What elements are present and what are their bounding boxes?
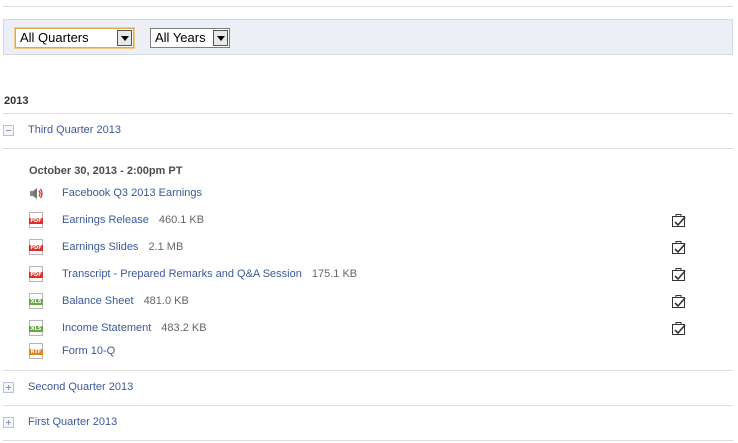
- xls-icon: XLS: [29, 293, 43, 309]
- document-row: XLS Income Statement 483.2 KB: [28, 320, 708, 340]
- document-title[interactable]: Transcript - Prepared Remarks and Q&A Se…: [62, 268, 302, 280]
- file-size: 483.2 KB: [161, 322, 207, 334]
- document-link[interactable]: Earnings Release 460.1 KB: [62, 214, 204, 226]
- document-link[interactable]: Balance Sheet 481.0 KB: [62, 295, 189, 307]
- expand-icon[interactable]: [3, 417, 14, 428]
- event-date: October 30, 2013 - 2:00pm PT: [29, 165, 183, 177]
- document-link[interactable]: Facebook Q3 2013 Earnings: [62, 187, 202, 199]
- year-select[interactable]: All Years: [150, 28, 230, 48]
- pdf-icon: PDF: [29, 266, 43, 282]
- xls-icon: XLS: [29, 320, 43, 336]
- quarter-label[interactable]: Second Quarter 2013: [28, 381, 133, 393]
- rtf-icon: RTF: [29, 343, 43, 359]
- quarter-row-q3[interactable]: Third Quarter 2013: [3, 122, 303, 142]
- collapse-icon[interactable]: [3, 125, 14, 136]
- add-to-briefcase-icon[interactable]: [671, 239, 687, 255]
- quarter-row-q2[interactable]: Second Quarter 2013: [3, 379, 303, 399]
- quarter-select-value: All Quarters: [20, 30, 89, 45]
- quarter-row-q1[interactable]: First Quarter 2013: [3, 414, 303, 434]
- document-row: Facebook Q3 2013 Earnings: [28, 185, 708, 205]
- quarter-label[interactable]: Third Quarter 2013: [28, 124, 121, 136]
- document-title[interactable]: Form 10-Q: [62, 345, 115, 357]
- document-title[interactable]: Facebook Q3 2013 Earnings: [62, 187, 202, 199]
- document-link[interactable]: Form 10-Q: [62, 345, 115, 357]
- quarter-divider: [3, 405, 733, 406]
- filter-bar: All Quarters All Years: [3, 19, 733, 55]
- chevron-down-icon[interactable]: [213, 30, 228, 46]
- file-size: 460.1 KB: [158, 214, 205, 226]
- document-link[interactable]: Income Statement 483.2 KB: [62, 322, 207, 334]
- file-size: 481.0 KB: [143, 295, 189, 307]
- quarter-label[interactable]: First Quarter 2013: [28, 416, 117, 428]
- pdf-icon: PDF: [29, 212, 43, 228]
- quarter-divider: [3, 440, 733, 441]
- document-row: PDF Earnings Release 460.1 KB: [28, 212, 708, 232]
- speaker-icon: [30, 188, 43, 199]
- top-divider: [3, 6, 733, 7]
- document-row: PDF Earnings Slides 2.1 MB: [28, 239, 708, 259]
- document-row: PDF Transcript - Prepared Remarks and Q&…: [28, 266, 708, 286]
- expand-icon[interactable]: [3, 382, 14, 393]
- file-size: 175.1 KB: [311, 268, 358, 280]
- add-to-briefcase-icon[interactable]: [671, 212, 687, 228]
- document-link[interactable]: Transcript - Prepared Remarks and Q&A Se…: [62, 268, 357, 280]
- year-select-value: All Years: [155, 30, 206, 45]
- document-title[interactable]: Earnings Slides: [62, 241, 138, 253]
- add-to-briefcase-icon[interactable]: [671, 266, 687, 282]
- add-to-briefcase-icon[interactable]: [671, 293, 687, 309]
- file-size: 2.1 MB: [148, 241, 184, 253]
- add-to-briefcase-icon[interactable]: [671, 320, 687, 336]
- document-link[interactable]: Earnings Slides 2.1 MB: [62, 241, 183, 253]
- chevron-down-icon[interactable]: [117, 30, 132, 46]
- year-divider: [3, 113, 733, 114]
- document-row: RTF Form 10-Q: [28, 343, 708, 363]
- document-row: XLS Balance Sheet 481.0 KB: [28, 293, 708, 313]
- document-title[interactable]: Income Statement: [62, 322, 151, 334]
- document-title[interactable]: Earnings Release: [62, 214, 149, 226]
- document-title[interactable]: Balance Sheet: [62, 295, 134, 307]
- quarter-divider: [3, 370, 733, 371]
- year-heading: 2013: [4, 95, 29, 107]
- quarter-select[interactable]: All Quarters: [15, 28, 134, 48]
- pdf-icon: PDF: [29, 239, 43, 255]
- quarter-divider: [3, 148, 733, 149]
